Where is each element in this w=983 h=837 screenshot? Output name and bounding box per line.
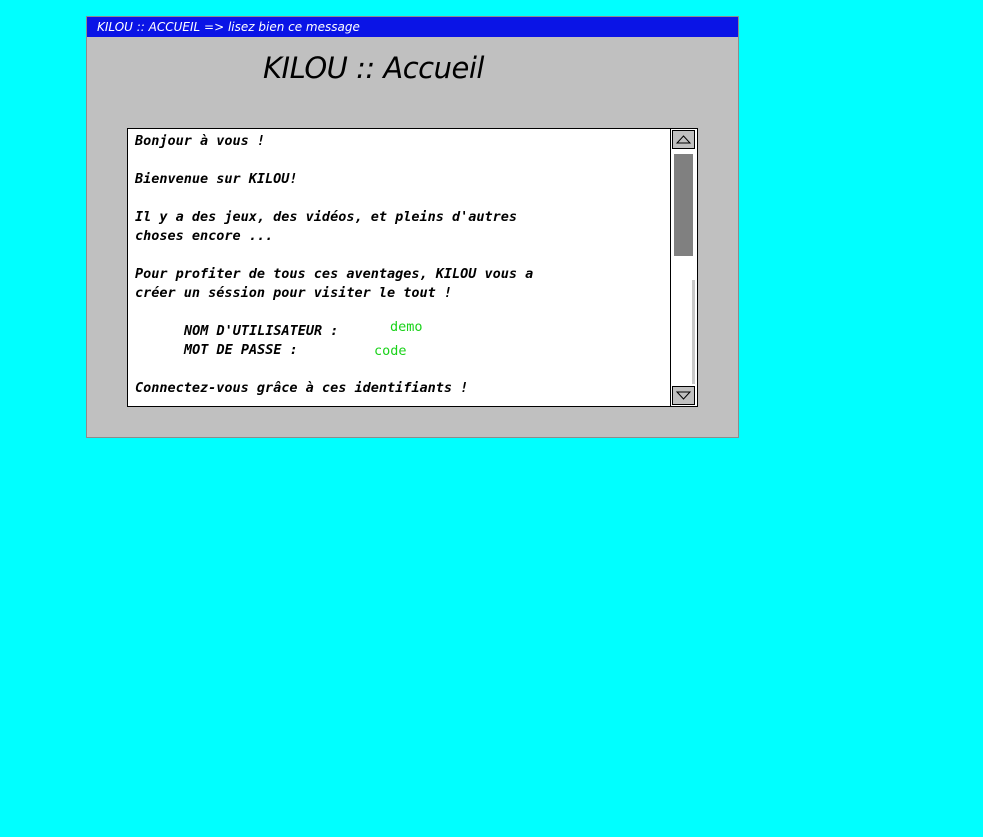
- message-content: Bonjour à vous ! Bienvenue sur KILOU! Il…: [135, 132, 671, 398]
- username-label: NOM D'UTILISATEUR :: [184, 323, 339, 339]
- scroll-up-button[interactable]: [672, 130, 695, 149]
- advantage-line-2: créer un séssion pour visiter le tout !: [135, 285, 452, 301]
- arrow-up-icon: [676, 135, 691, 144]
- scroll-thumb[interactable]: [674, 154, 693, 256]
- password-value: code: [374, 343, 407, 359]
- info-line-1: Il y a des jeux, des vidéos, et pleins d…: [135, 209, 518, 225]
- message-textbox[interactable]: Bonjour à vous ! Bienvenue sur KILOU! Il…: [127, 128, 698, 407]
- greeting-line: Bonjour à vous !: [135, 133, 266, 149]
- window-titlebar: KILOU :: ACCUEIL => lisez bien ce messag…: [87, 17, 738, 37]
- advantage-line-1: Pour profiter de tous ces aventages, KIL…: [135, 266, 534, 282]
- vertical-scrollbar[interactable]: [670, 129, 697, 406]
- password-row: MOT DE PASSE : code: [135, 341, 671, 360]
- connect-line: Connectez-vous grâce à ces identifiants …: [135, 380, 469, 396]
- scroll-track[interactable]: [672, 150, 695, 384]
- arrow-down-icon: [676, 391, 691, 400]
- username-row: NOM D'UTILISATEUR : demo: [135, 319, 671, 341]
- info-line-2: choses encore ...: [135, 228, 274, 244]
- welcome-line: Bienvenue sur KILOU!: [135, 171, 298, 187]
- password-label: MOT DE PASSE :: [184, 342, 298, 358]
- username-value: demo: [390, 319, 423, 335]
- scroll-down-button[interactable]: [672, 386, 695, 405]
- scroll-track-shade: [692, 280, 695, 384]
- message-window: KILOU :: ACCUEIL => lisez bien ce messag…: [86, 16, 739, 438]
- page-title: KILOU :: Accueil: [263, 51, 484, 85]
